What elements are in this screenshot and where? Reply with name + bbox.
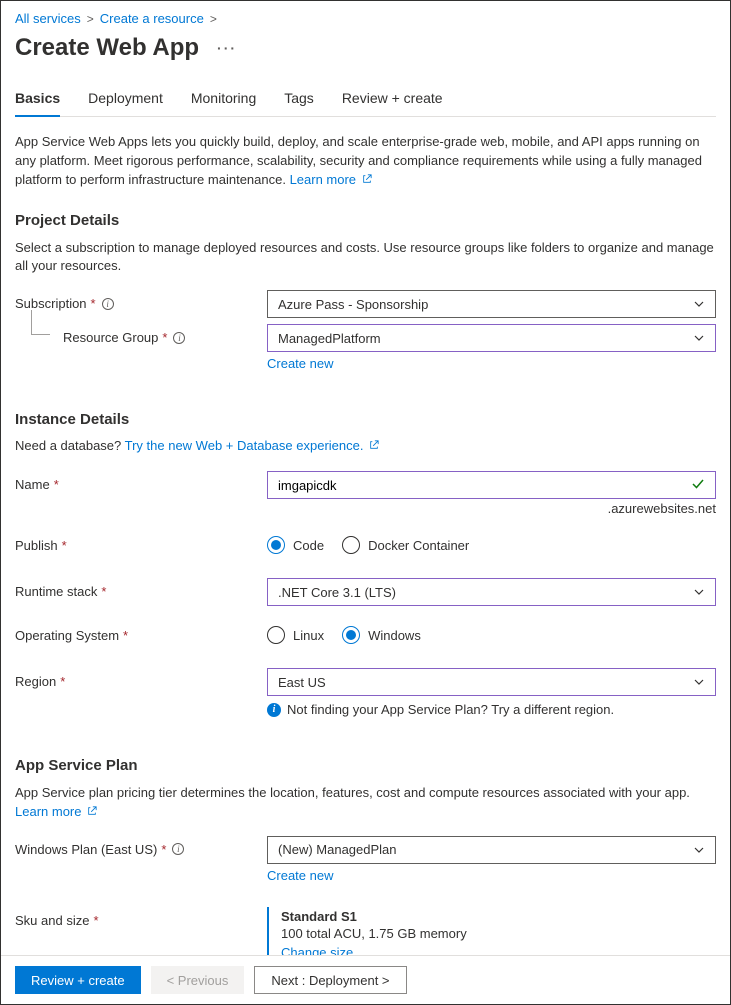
chevron-down-icon [693,844,705,856]
tab-tags[interactable]: Tags [284,90,314,116]
os-label: Operating System* [15,622,267,643]
more-actions-icon[interactable]: ··· [217,40,237,56]
check-icon [691,477,705,494]
project-details-desc: Select a subscription to manage deployed… [15,239,716,277]
footer: Review + create < Previous Next : Deploy… [1,955,730,1004]
name-label: Name* [15,471,267,492]
windows-plan-dropdown[interactable]: (New) ManagedPlan [267,836,716,864]
os-linux-radio[interactable]: Linux [267,626,324,644]
external-link-icon [87,806,97,816]
plan-create-new-link[interactable]: Create new [267,868,333,883]
name-suffix: .azurewebsites.net [267,501,716,516]
tab-deployment[interactable]: Deployment [88,90,163,116]
app-service-plan-desc: App Service plan pricing tier determines… [15,784,716,822]
resource-group-label: Resource Group* i [15,324,267,345]
next-button[interactable]: Next : Deployment > [254,966,406,994]
runtime-label: Runtime stack* [15,578,267,599]
tab-basics[interactable]: Basics [15,90,60,116]
publish-label: Publish* [15,532,267,553]
info-icon[interactable]: i [173,332,185,344]
name-input-wrapper [267,471,716,499]
section-instance-details-heading: Instance Details [15,411,716,428]
tab-monitoring[interactable]: Monitoring [191,90,256,116]
page-title: Create Web App ··· [15,34,716,62]
chevron-down-icon [693,298,705,310]
info-icon[interactable]: i [172,843,184,855]
section-project-details-heading: Project Details [15,212,716,229]
section-app-service-plan-heading: App Service Plan [15,757,716,774]
tabs: Basics Deployment Monitoring Tags Review… [15,90,716,117]
region-dropdown[interactable]: East US [267,668,716,696]
tab-review[interactable]: Review + create [342,90,443,116]
region-label: Region* [15,668,267,689]
asp-learn-more-link[interactable]: Learn more [15,804,97,819]
resource-group-create-new-link[interactable]: Create new [267,356,333,371]
windows-plan-label: Windows Plan (East US)* i [15,836,267,857]
previous-button: < Previous [151,966,245,994]
sku-title: Standard S1 [281,909,716,924]
subscription-label: Subscription* i [15,290,267,311]
resource-group-dropdown[interactable]: ManagedPlatform [267,324,716,352]
name-input[interactable] [278,478,691,493]
runtime-dropdown[interactable]: .NET Core 3.1 (LTS) [267,578,716,606]
external-link-icon [369,440,379,450]
sku-sub: 100 total ACU, 1.75 GB memory [281,926,716,941]
publish-code-radio[interactable]: Code [267,536,324,554]
region-hint: i Not finding your App Service Plan? Try… [267,702,716,717]
sku-summary: Standard S1 100 total ACU, 1.75 GB memor… [267,907,716,962]
review-create-button[interactable]: Review + create [15,966,141,994]
intro-text: App Service Web Apps lets you quickly bu… [15,133,716,190]
sku-label: Sku and size* [15,907,267,928]
external-link-icon [362,174,372,184]
web-database-link[interactable]: Try the new Web + Database experience. [125,438,379,453]
os-windows-radio[interactable]: Windows [342,626,421,644]
chevron-down-icon [693,586,705,598]
chevron-down-icon [693,332,705,344]
subscription-dropdown[interactable]: Azure Pass - Sponsorship [267,290,716,318]
info-icon: i [267,703,281,717]
publish-docker-radio[interactable]: Docker Container [342,536,469,554]
chevron-right-icon: > [87,12,94,26]
intro-learn-more-link[interactable]: Learn more [290,172,372,187]
chevron-down-icon [693,676,705,688]
breadcrumb-create-resource[interactable]: Create a resource [100,11,204,26]
chevron-right-icon: > [210,12,217,26]
info-icon[interactable]: i [102,298,114,310]
breadcrumb-all-services[interactable]: All services [15,11,81,26]
breadcrumb: All services > Create a resource > [15,11,716,26]
need-database-text: Need a database? Try the new Web + Datab… [15,438,716,453]
